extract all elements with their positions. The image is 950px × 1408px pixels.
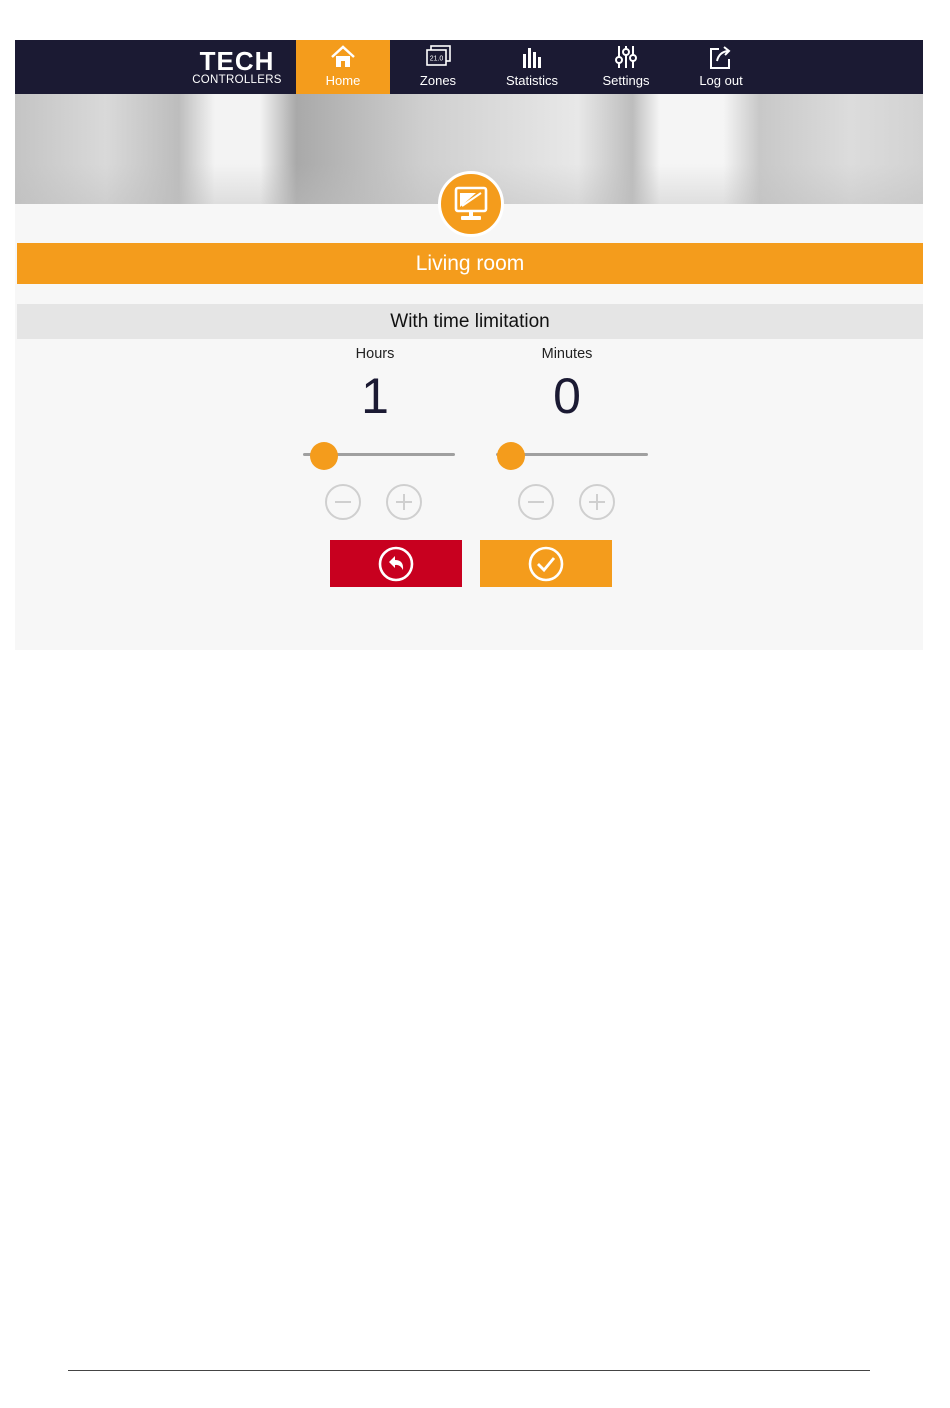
nav-zones[interactable]: 21.0 Zones — [391, 40, 485, 94]
hours-slider[interactable] — [303, 442, 455, 470]
undo-icon — [378, 546, 414, 582]
page-divider — [68, 1370, 870, 1371]
hours-control: Hours 1 — [295, 346, 455, 526]
minutes-increase-button[interactable] — [579, 484, 615, 520]
minutes-label: Minutes — [541, 346, 593, 362]
minutes-slider[interactable] — [496, 442, 648, 470]
back-button[interactable] — [330, 540, 462, 587]
minutes-decrease-button[interactable] — [518, 484, 554, 520]
statistics-icon — [523, 48, 541, 68]
nav-home-label: Home — [325, 73, 361, 88]
nav-home[interactable]: Home — [296, 40, 390, 94]
room-device-badge — [438, 171, 504, 237]
room-name: Living room — [17, 243, 923, 284]
check-circle-icon — [528, 546, 564, 582]
nav-logout-label: Log out — [699, 73, 743, 88]
hours-decrease-button[interactable] — [325, 484, 361, 520]
settings-sliders-icon — [615, 46, 637, 68]
tech-controllers-logo: TECH CONTROLLERS — [187, 48, 287, 88]
nav-statistics-label: Statistics — [505, 73, 558, 88]
logout-icon — [710, 46, 731, 69]
logo-line-2: CONTROLLERS — [192, 74, 282, 86]
hours-increase-button[interactable] — [386, 484, 422, 520]
nav-settings[interactable]: Settings — [579, 40, 673, 94]
minutes-slider-thumb[interactable] — [497, 442, 526, 470]
nav-statistics[interactable]: Statistics — [485, 40, 579, 94]
confirm-button[interactable] — [480, 540, 612, 587]
hours-value: 1 — [361, 368, 389, 424]
app-window: TECH CONTROLLERS Home 21.0 Zones Statist… — [15, 40, 923, 650]
mode-title: With time limitation — [17, 304, 923, 339]
minutes-value: 0 — [553, 368, 581, 424]
hours-label: Hours — [355, 346, 395, 362]
room-thermostat-icon — [454, 186, 488, 220]
home-icon — [331, 45, 355, 67]
nav-settings-label: Settings — [602, 73, 650, 88]
minutes-control: Minutes 0 — [487, 346, 648, 526]
top-navigation: TECH CONTROLLERS Home 21.0 Zones Statist… — [15, 40, 923, 94]
logo-line-1: TECH — [199, 46, 275, 76]
nav-logout[interactable]: Log out — [674, 40, 768, 94]
hours-slider-thumb[interactable] — [310, 442, 339, 470]
zones-icon: 21.0 — [426, 45, 451, 66]
zones-icon-text: 21.0 — [430, 56, 444, 63]
nav-zones-label: Zones — [419, 73, 457, 88]
